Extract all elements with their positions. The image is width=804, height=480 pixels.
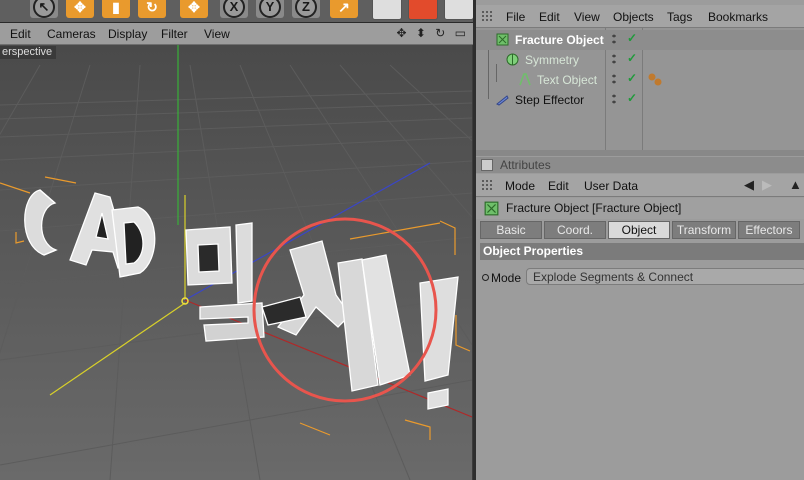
- 3d-viewport[interactable]: erspective: [0, 45, 472, 480]
- enabled-check-icon[interactable]: ✓: [627, 91, 637, 105]
- mode-dropdown[interactable]: Explode Segments & Connect: [526, 268, 804, 285]
- visibility-dots-icon[interactable]: [610, 93, 618, 106]
- om-menu-tags[interactable]: Tags: [667, 10, 692, 24]
- z-axis-icon: Z: [295, 0, 317, 18]
- fracture-object-icon: [484, 201, 499, 216]
- visibility-dots-icon[interactable]: [610, 33, 618, 46]
- section-title: Object Properties: [483, 244, 584, 258]
- y-axis-button[interactable]: Y: [256, 0, 284, 18]
- viewport-scene: [0, 45, 472, 480]
- x-axis-icon: X: [223, 0, 245, 18]
- text-object-icon: [519, 73, 531, 86]
- main-toolbar: ↖ ✥ ▮ ↻ ✥ X Y Z ↗: [0, 0, 475, 23]
- object-label: Text Object: [537, 73, 598, 87]
- step-effector-icon: [496, 95, 509, 106]
- attributes-checkbox[interactable]: [481, 159, 493, 171]
- attributes-object-title: Fracture Object [Fracture Object]: [476, 198, 804, 219]
- object-row-symmetry[interactable]: Symmetry ✓: [476, 50, 804, 70]
- x-axis-button[interactable]: X: [220, 0, 248, 18]
- world-coordinates-button[interactable]: ↗: [330, 0, 358, 18]
- viewport-menu-bar: Edit Cameras Display Filter View ✥ ⬍ ↻ ▭: [0, 23, 475, 45]
- tab-basic[interactable]: Basic: [480, 221, 542, 239]
- object-properties-section: Object Properties: [480, 243, 804, 260]
- tab-transform[interactable]: Transform: [672, 221, 736, 239]
- om-menu-bookmarks[interactable]: Bookmarks: [708, 10, 768, 24]
- rotate-icon: ↻: [146, 0, 158, 15]
- y-axis-icon: Y: [259, 0, 281, 18]
- enabled-check-icon[interactable]: ✓: [627, 31, 637, 45]
- up-arrow-icon[interactable]: ▲: [789, 177, 802, 192]
- viewport-menu-display[interactable]: Display: [108, 27, 147, 41]
- camera-label: erspective: [0, 46, 57, 59]
- move-icon: ✥: [188, 0, 200, 15]
- object-row-fracture[interactable]: Fracture Object ✓: [476, 30, 804, 50]
- visibility-dots-icon[interactable]: [610, 73, 618, 86]
- object-manager-menu-bar: File Edit View Objects Tags Bookmarks: [476, 5, 804, 28]
- panel-grip-icon[interactable]: [481, 10, 493, 22]
- viewport-menu-filter[interactable]: Filter: [161, 27, 188, 41]
- object-row-step-effector[interactable]: Step Effector ✓: [476, 90, 804, 110]
- coordinate-system-icon: ↗: [338, 0, 350, 15]
- tab-effectors[interactable]: Effectors: [738, 221, 800, 239]
- cursor-icon: ↖: [33, 0, 55, 18]
- move-tool-button[interactable]: ✥: [66, 0, 94, 18]
- viewport-menu-edit[interactable]: Edit: [10, 27, 31, 41]
- viewport-menu-view[interactable]: View: [204, 27, 230, 41]
- viewport-navigation-icons[interactable]: ✥ ⬍ ↻ ▭: [396, 26, 469, 40]
- tab-object[interactable]: Object: [608, 221, 670, 239]
- right-panel: File Edit View Objects Tags Bookmarks Fr…: [473, 0, 804, 480]
- object-label: Fracture Object: [515, 33, 604, 47]
- render-view-button[interactable]: [372, 0, 402, 20]
- panel-divider[interactable]: [476, 150, 804, 156]
- render-picture-viewer-button[interactable]: [408, 0, 438, 20]
- attr-menu-mode[interactable]: Mode: [505, 179, 535, 193]
- forward-arrow-icon[interactable]: ▶: [762, 177, 772, 193]
- rotate-tool-button[interactable]: ↻: [138, 0, 166, 18]
- om-menu-view[interactable]: View: [574, 10, 600, 24]
- attributes-header: Attributes: [476, 157, 804, 173]
- om-menu-file[interactable]: File: [506, 10, 525, 24]
- mode-label: Mode: [491, 271, 522, 285]
- floor-plane: [0, 45, 472, 480]
- symmetry-icon: [506, 53, 519, 66]
- animation-keyframe-icon[interactable]: [482, 274, 489, 281]
- mode-row: Mode Explode Segments & Connect: [480, 268, 804, 288]
- attr-menu-user-data[interactable]: User Data: [584, 179, 638, 193]
- recent-tool-button[interactable]: ✥: [180, 0, 208, 18]
- attributes-object-name: Fracture Object [Fracture Object]: [506, 201, 682, 215]
- attributes-menu-bar: Mode Edit User Data ◀ ▶ ▲: [476, 174, 804, 197]
- om-menu-edit[interactable]: Edit: [539, 10, 560, 24]
- om-menu-objects[interactable]: Objects: [613, 10, 654, 24]
- enabled-check-icon[interactable]: ✓: [627, 71, 637, 85]
- move-icon: ✥: [74, 0, 86, 15]
- scale-icon: ▮: [112, 0, 120, 15]
- attributes-title: Attributes: [500, 158, 551, 172]
- attr-menu-edit[interactable]: Edit: [548, 179, 569, 193]
- visibility-dots-icon[interactable]: [610, 53, 618, 66]
- attribute-tabs: Basic Coord. Object Transform Effectors: [480, 221, 803, 239]
- tab-coord[interactable]: Coord.: [544, 221, 606, 239]
- live-selection-tool-button[interactable]: ↖: [30, 0, 58, 18]
- render-settings-button[interactable]: [444, 0, 474, 20]
- enabled-check-icon[interactable]: ✓: [627, 51, 637, 65]
- object-label: Step Effector: [515, 93, 585, 107]
- fracture-object-icon: [496, 33, 509, 46]
- object-row-text[interactable]: Text Object ✓: [476, 70, 804, 90]
- viewport-menu-cameras[interactable]: Cameras: [47, 27, 96, 41]
- back-arrow-icon[interactable]: ◀: [744, 177, 754, 193]
- object-label: Symmetry: [525, 53, 579, 67]
- scale-tool-button[interactable]: ▮: [102, 0, 130, 18]
- z-axis-button[interactable]: Z: [292, 0, 320, 18]
- object-tree: Fracture Object ✓ Symmetry ✓ Text Object…: [476, 28, 804, 155]
- material-tag-icon[interactable]: [647, 73, 663, 87]
- panel-grip-icon[interactable]: [481, 179, 493, 191]
